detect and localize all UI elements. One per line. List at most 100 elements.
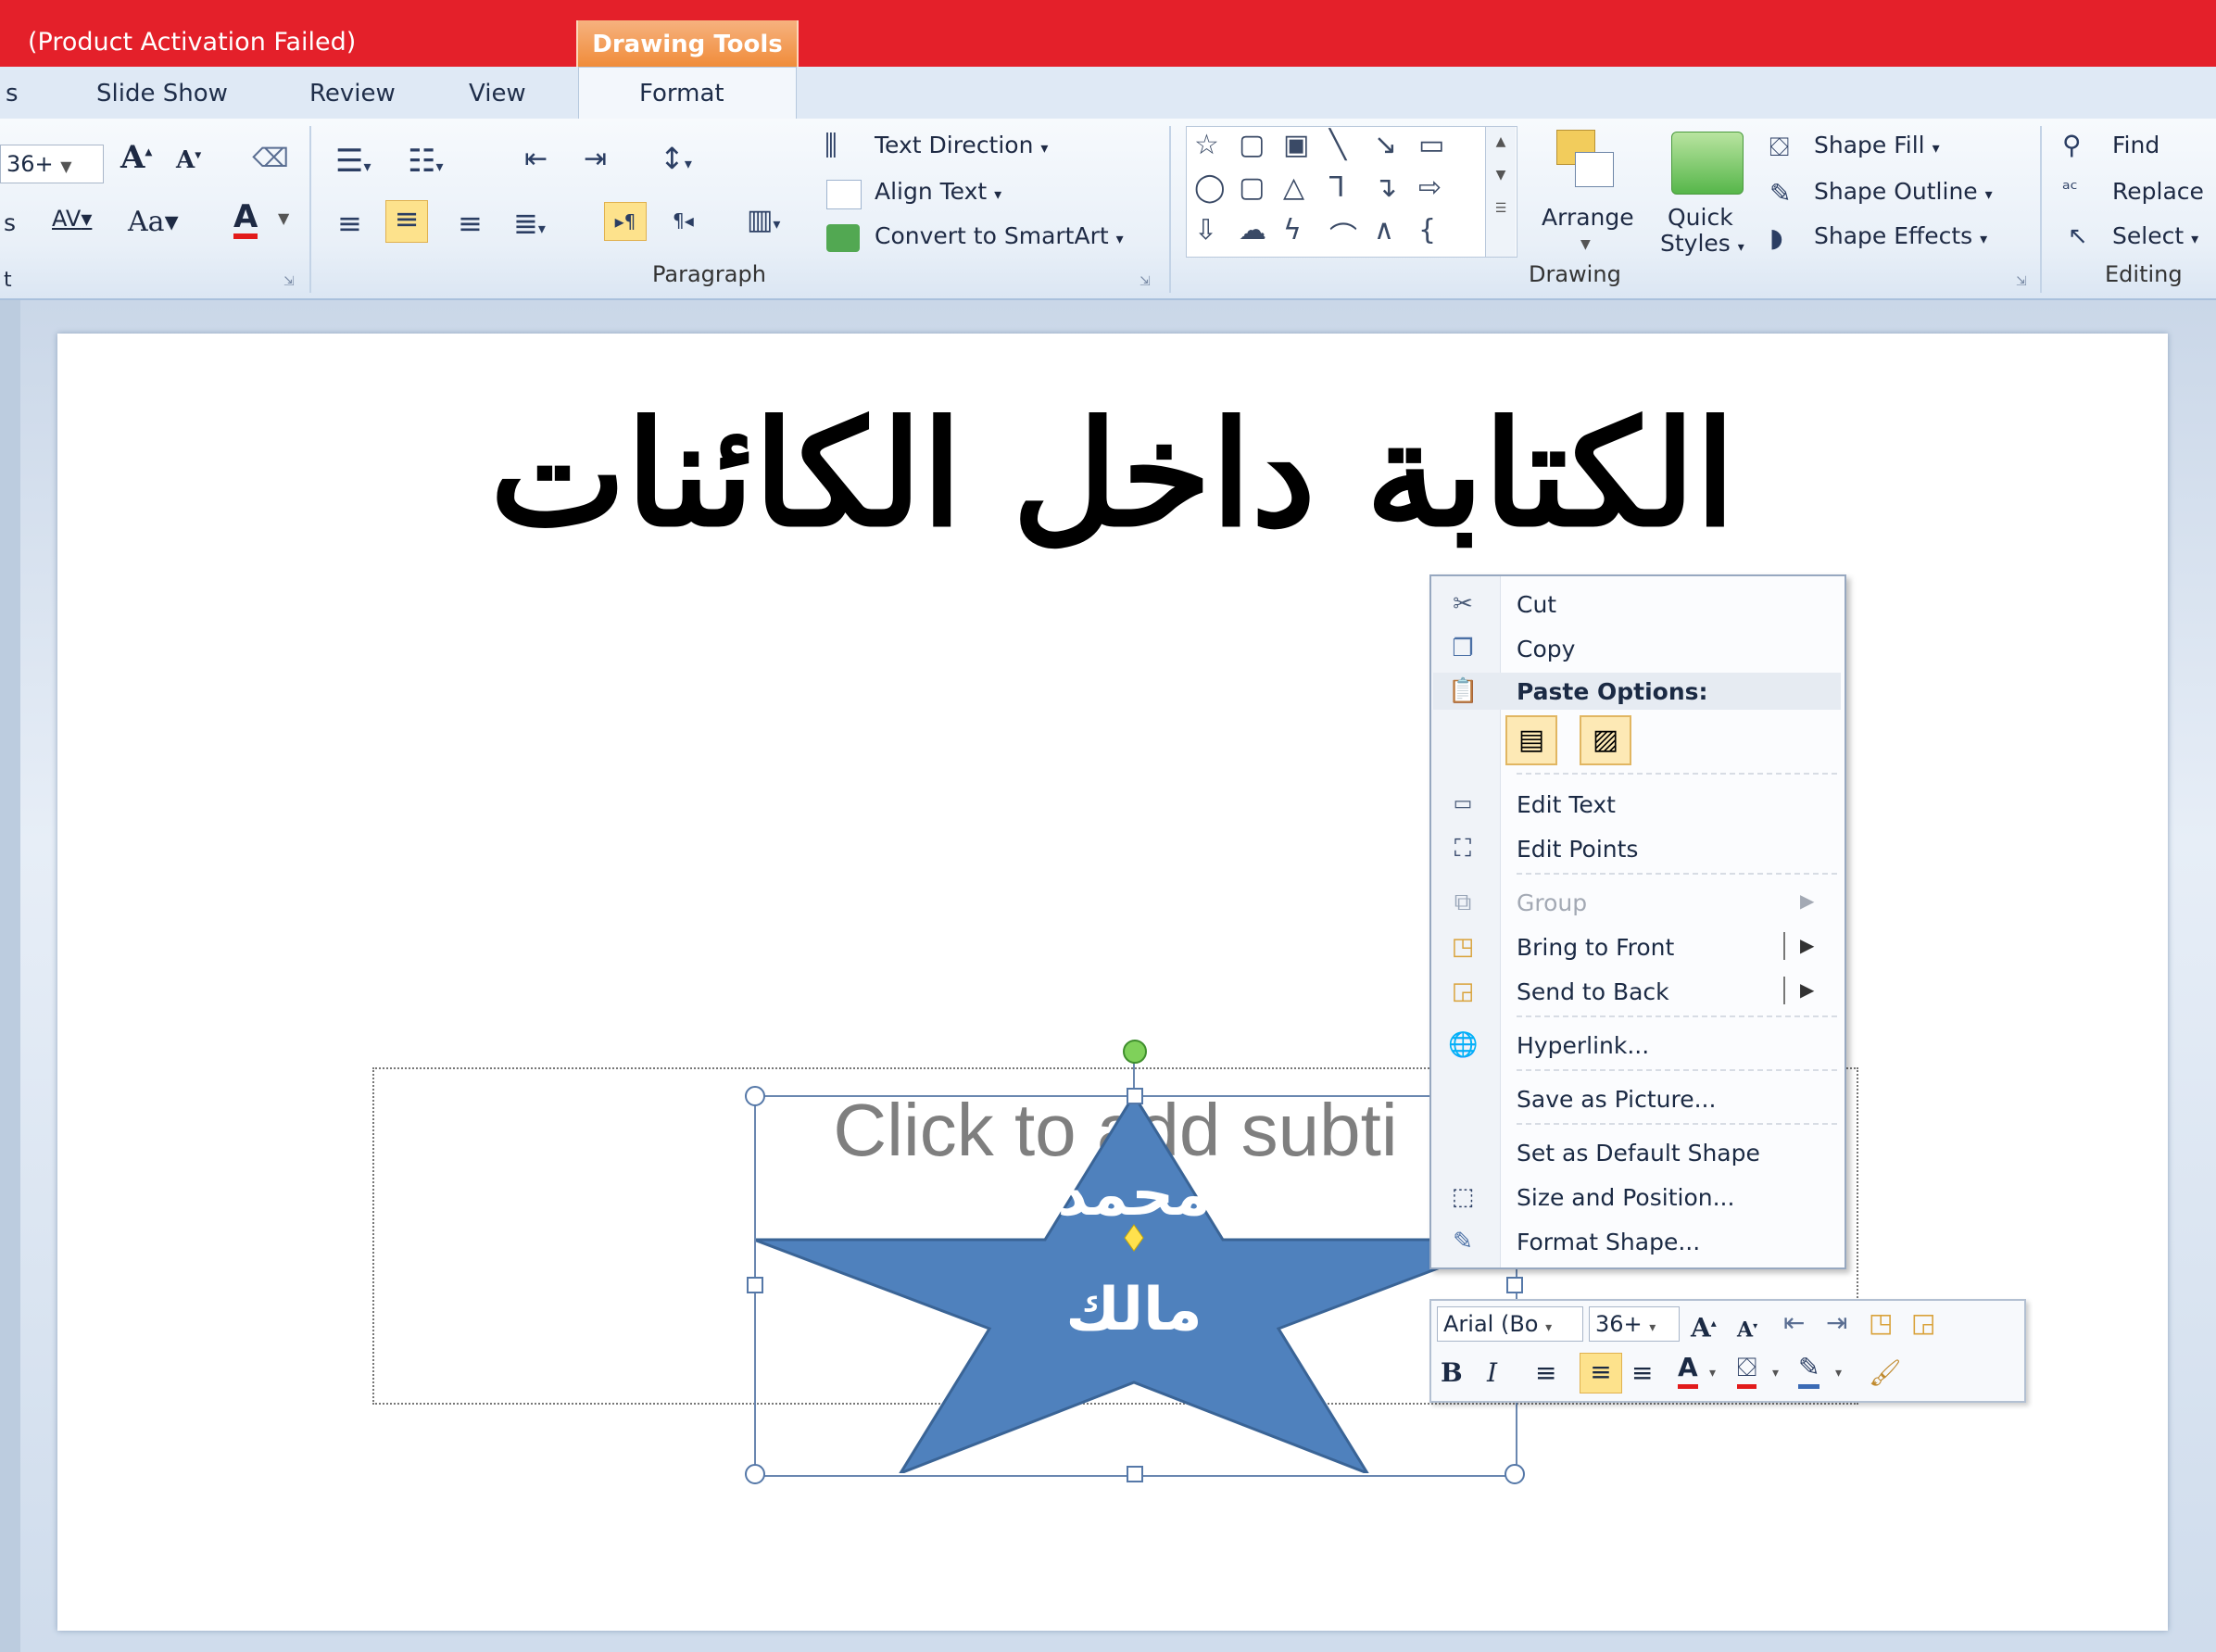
elbow-connector-icon[interactable]: ⅂ xyxy=(1329,171,1345,204)
resize-handle-se[interactable] xyxy=(1505,1464,1525,1484)
menu-item-edit-points[interactable]: ⛶ Edit Points xyxy=(1431,828,1845,871)
resize-handle-w[interactable] xyxy=(747,1277,763,1293)
columns-icon[interactable]: ▥▾ xyxy=(747,204,780,236)
cursor-icon[interactable]: ↖ xyxy=(2068,222,2088,250)
paragraph-dialog-launcher-icon[interactable]: ⇲ xyxy=(1139,274,1151,289)
increase-indent-icon[interactable]: ⇥ xyxy=(584,143,607,175)
elbow-arrow-icon[interactable]: ↴ xyxy=(1374,171,1397,204)
menu-item-copy[interactable]: ❐ Copy xyxy=(1431,628,1845,671)
tab-format[interactable]: Format xyxy=(639,80,724,107)
align-text-button[interactable]: Align Text ▾ xyxy=(875,178,1001,205)
menu-item-set-default-shape[interactable]: Set as Default Shape xyxy=(1431,1132,1845,1175)
menu-item-bring-to-front[interactable]: ◳ Bring to Front ▶ xyxy=(1431,927,1845,969)
drawing-tools-contextual-tab[interactable]: Drawing Tools xyxy=(576,20,799,67)
drawing-dialog-launcher-icon[interactable]: ⇲ xyxy=(2016,274,2027,289)
slide-canvas[interactable]: الكتابة داخل الكائنات Click to add subti… xyxy=(57,334,2168,1631)
align-center-icon[interactable]: ≡ xyxy=(385,200,428,243)
arrange-button[interactable]: Arrange xyxy=(1542,204,1634,231)
mini-font-color-button[interactable]: A xyxy=(1678,1351,1698,1389)
menu-item-cut[interactable]: ✂ Cut xyxy=(1431,584,1845,626)
find-button[interactable]: Find xyxy=(2112,132,2159,158)
text-direction-button[interactable]: Text Direction ▾ xyxy=(875,132,1048,158)
binoculars-icon[interactable]: ⚲ xyxy=(2062,130,2082,160)
chevron-down-icon[interactable]: ▾ xyxy=(1772,1366,1779,1381)
mini-size-box[interactable]: 36+ ▾ xyxy=(1589,1306,1680,1342)
mini-italic-button[interactable]: I xyxy=(1487,1355,1497,1392)
tab-view[interactable]: View xyxy=(469,80,526,107)
format-painter-icon[interactable]: 🖌 xyxy=(1869,1355,1902,1392)
align-left-icon[interactable]: ≡ xyxy=(337,206,362,241)
font-dialog-launcher-icon[interactable]: ⇲ xyxy=(283,274,295,289)
paste-as-picture-icon[interactable]: ▨ xyxy=(1580,715,1631,765)
rotation-handle[interactable] xyxy=(1123,1040,1147,1064)
mini-decrease-indent-icon[interactable]: ⇤ xyxy=(1783,1305,1805,1342)
triangle-shape-icon[interactable]: △ xyxy=(1283,171,1304,204)
mini-shrink-font-button[interactable]: A▾ xyxy=(1737,1308,1757,1348)
arrow-line-shape-icon[interactable]: ↘ xyxy=(1374,129,1397,161)
quick-styles-icon[interactable] xyxy=(1671,132,1744,195)
shape-effects-button[interactable]: Shape Effects ▾ xyxy=(1814,222,1987,249)
gallery-down-icon[interactable]: ▼ xyxy=(1486,168,1516,183)
resize-handle-nw[interactable] xyxy=(745,1086,765,1106)
replace-button[interactable]: Replace xyxy=(2112,178,2204,205)
tab-partial[interactable]: s xyxy=(6,80,19,107)
gallery-scrollbar[interactable]: ▲ ▼ ☰ xyxy=(1485,127,1516,257)
resize-handle-n[interactable] xyxy=(1127,1088,1143,1104)
menu-item-send-to-back[interactable]: ◲ Send to Back ▶ xyxy=(1431,971,1845,1014)
curve-shape-icon[interactable]: ⌒ xyxy=(1329,214,1357,255)
mini-increase-indent-icon[interactable]: ⇥ xyxy=(1826,1305,1847,1342)
scribble-shape-icon[interactable]: ϟ xyxy=(1283,214,1302,246)
change-case-button[interactable]: Aa▾ xyxy=(128,206,179,238)
decrease-indent-icon[interactable]: ⇤ xyxy=(524,143,548,175)
select-button[interactable]: Select ▾ xyxy=(2112,222,2198,249)
shape-fill-button[interactable]: Shape Fill ▾ xyxy=(1814,132,1940,158)
submenu-arrow-icon[interactable]: ▶ xyxy=(1800,978,1814,1001)
submenu-arrow-icon[interactable]: ▶ xyxy=(1800,934,1814,956)
star-shape-icon[interactable]: ☆ xyxy=(1194,129,1219,161)
left-panel-edge[interactable] xyxy=(0,300,20,1652)
shape-outline-icon[interactable]: ✎ xyxy=(1769,178,1791,208)
smartart-icon[interactable] xyxy=(826,224,860,252)
menu-item-format-shape[interactable]: ✎ Format Shape... xyxy=(1431,1221,1845,1264)
mini-font-box[interactable]: Arial (Bo ▾ xyxy=(1437,1306,1583,1342)
chevron-down-icon[interactable]: ▼ xyxy=(278,209,289,227)
paste-keep-formatting-icon[interactable]: ▤ xyxy=(1505,715,1557,765)
right-arrow-shape-icon[interactable]: ⇨ xyxy=(1418,171,1442,204)
chevron-down-icon[interactable]: ▾ xyxy=(1709,1366,1716,1381)
convert-smartart-button[interactable]: Convert to SmartArt ▾ xyxy=(875,222,1124,249)
freeform-shape-icon[interactable]: ☁ xyxy=(1239,214,1266,246)
align-right-icon[interactable]: ≡ xyxy=(458,206,483,241)
chevron-down-icon[interactable]: ▼ xyxy=(1580,237,1591,252)
gallery-up-icon[interactable]: ▲ xyxy=(1486,134,1516,149)
tab-slide-show[interactable]: Slide Show xyxy=(96,80,228,107)
mini-bold-button[interactable]: B xyxy=(1441,1355,1463,1392)
bullets-icon[interactable]: ☰▾ xyxy=(335,143,371,180)
down-arrow-shape-icon[interactable]: ⇩ xyxy=(1194,214,1217,246)
quick-styles-button[interactable]: Styles ▾ xyxy=(1660,230,1744,257)
rounded-rect-shape-icon[interactable]: ▢ xyxy=(1239,129,1265,161)
arrange-icon[interactable] xyxy=(1556,130,1616,189)
mini-align-center-icon[interactable]: ≡ xyxy=(1580,1353,1622,1393)
resize-handle-s[interactable] xyxy=(1127,1466,1143,1482)
slide-title[interactable]: الكتابة داخل الكائنات xyxy=(57,389,2168,559)
line-spacing-icon[interactable]: ↕▾ xyxy=(660,141,692,176)
mini-grow-font-button[interactable]: A▴ xyxy=(1691,1305,1717,1346)
shrink-font-button[interactable]: A▾ xyxy=(176,146,201,174)
font-size-box[interactable]: 36+ ▼ xyxy=(0,145,104,183)
menu-item-hyperlink[interactable]: 🌐 Hyperlink... xyxy=(1431,1025,1845,1067)
textbox-shape-icon[interactable]: ▣ xyxy=(1283,129,1309,161)
menu-item-save-as-picture[interactable]: Save as Picture... xyxy=(1431,1078,1845,1121)
align-text-icon[interactable] xyxy=(826,180,862,209)
numbering-icon[interactable]: ☷▾ xyxy=(408,143,444,180)
line-shape-icon[interactable]: ╲ xyxy=(1329,129,1346,161)
quick-styles-line1[interactable]: Quick xyxy=(1668,204,1733,231)
brace-shape-icon[interactable]: { xyxy=(1418,214,1436,246)
char-spacing-button[interactable]: AV▾ xyxy=(52,206,92,232)
menu-item-edit-text[interactable]: ▭ Edit Text xyxy=(1431,784,1845,826)
mini-bring-front-icon[interactable]: ◳ xyxy=(1869,1305,1893,1342)
mini-align-left-icon[interactable]: ≡ xyxy=(1535,1355,1556,1392)
shape-outline-button[interactable]: Shape Outline ▾ xyxy=(1814,178,1993,205)
arc-shape-icon[interactable]: ∧ xyxy=(1374,214,1394,246)
mini-shape-fill-icon[interactable]: ⛋ xyxy=(1737,1351,1757,1389)
mini-align-right-icon[interactable]: ≡ xyxy=(1631,1355,1653,1392)
